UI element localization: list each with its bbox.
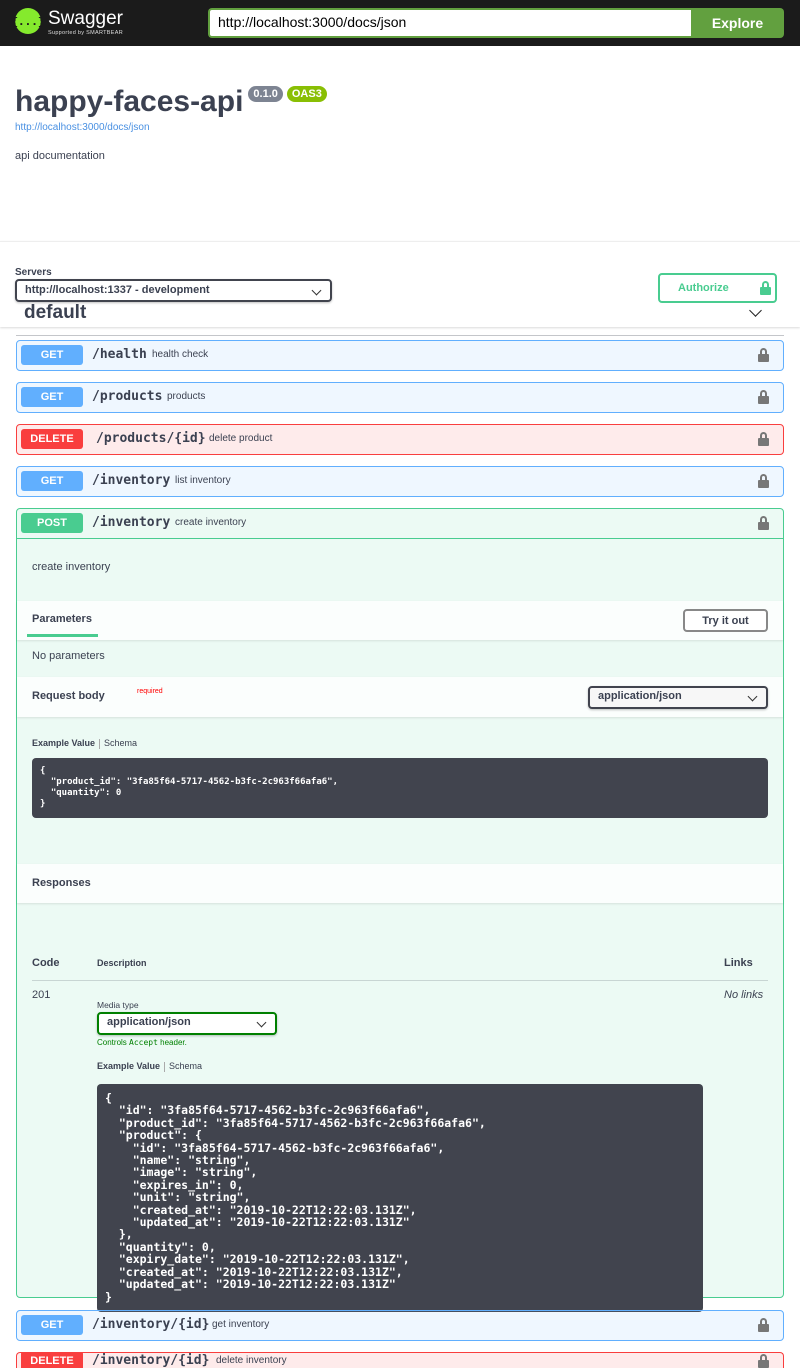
request-content-type-value: application/json [598,690,682,702]
no-parameters-text: No parameters [32,650,105,662]
page-title: happy-faces-api [15,85,244,118]
operation-delete-inventory-id: DELETE /inventory/{id} delete inventory [16,1352,784,1368]
method-badge: GET [21,1315,83,1335]
operation-summary[interactable]: DELETE /products/{id} delete product [17,425,783,454]
operation-description: delete inventory [216,1355,287,1366]
operation-get-inventory: GET /inventory list inventory [16,466,784,497]
operation-summary[interactable]: GET /inventory/{id} get inventory [17,1311,783,1340]
operation-long-description: create inventory [32,561,111,573]
operation-path: /products [92,389,163,404]
tag-default[interactable]: default [16,292,784,336]
operation-delete-product: DELETE /products/{id} delete product [16,424,784,455]
tab-underline [27,634,98,637]
spec-link[interactable]: http://localhost:3000/docs/json [15,122,785,133]
lock-icon[interactable] [758,1318,769,1332]
api-description: api documentation [15,150,105,162]
swagger-logo[interactable]: {...} Swagger Supported by SMARTBEAR [11,8,123,36]
method-badge: DELETE [21,429,83,449]
operation-path: /inventory/{id} [92,1353,210,1368]
lock-icon[interactable] [758,348,769,362]
request-body-label: Request body [32,690,105,702]
request-example-code: { "product_id": "3fa85f64-5717-4562-b3fc… [32,758,768,818]
version-badge: 0.1.0 [248,86,283,102]
tab-schema[interactable]: Schema [169,1061,202,1072]
explore-button[interactable]: Explore [691,8,784,38]
lock-icon[interactable] [758,474,769,488]
controls-accept-note: Controls Accept header. [97,1038,187,1047]
logo-name: Swagger [48,8,123,29]
responses-header: Responses [17,864,783,903]
col-links: Links [724,957,753,969]
operation-path: /products/{id} [96,431,206,446]
response-content-type-value: application/json [107,1016,191,1028]
try-it-out-button[interactable]: Try it out [683,609,768,632]
operation-path: /inventory/{id} [92,1317,210,1332]
parameters-header: Parameters Try it out [17,601,783,640]
lock-icon[interactable] [758,432,769,446]
swagger-logo-icon: {...} [11,8,45,34]
operation-summary[interactable]: DELETE /inventory/{id} delete inventory [17,1353,783,1368]
lock-icon[interactable] [758,1354,769,1368]
response-content-type-select[interactable]: application/json [97,1012,277,1035]
media-type-label: Media type [97,1000,139,1010]
response-example-code: { "id": "3fa85f64-5717-4562-b3fc-2c963f6… [97,1084,703,1312]
operation-get-products: GET /products products [16,382,784,413]
operation-post-inventory: POST /inventory create inventory create … [16,508,784,1312]
operation-body: create inventory Parameters Try it out N… [17,538,783,1312]
tab-example-value[interactable]: Example Value [97,1061,160,1072]
operation-description: products [167,391,206,402]
api-info: happy-faces-api 0.1.0 OAS3 http://localh… [0,46,800,241]
operation-summary[interactable]: GET /health health check [17,341,783,370]
operation-description: delete product [209,433,273,444]
topbar: {...} Swagger Supported by SMARTBEAR htt… [0,0,800,46]
col-description: Description [97,958,147,968]
logo-subtitle: Supported by SMARTBEAR [48,30,123,36]
operation-get-inventory-id: GET /inventory/{id} get inventory [16,1310,784,1341]
tab-parameters[interactable]: Parameters [32,613,92,625]
method-badge: GET [21,471,83,491]
responses-table-header: Code Description Links [32,951,768,981]
servers-label: Servers [15,267,52,278]
method-badge: GET [21,387,83,407]
spec-url-input[interactable]: http://localhost:3000/docs/json [208,8,691,38]
method-badge: DELETE [21,1353,83,1368]
response-code: 201 [32,989,51,1001]
no-links-text: No links [724,989,764,1001]
required-marker: required [137,688,163,695]
operation-description: health check [152,349,209,360]
lock-icon[interactable] [758,516,769,530]
oas-badge: OAS3 [286,86,327,102]
responses-title: Responses [32,877,91,889]
col-code: Code [32,957,60,969]
operation-path: /inventory [92,473,171,488]
tag-title: default [24,302,87,323]
response-example-tabs: Example Value Schema [97,1061,202,1072]
method-badge: GET [21,345,83,365]
operation-summary[interactable]: GET /products products [17,383,783,412]
tab-schema[interactable]: Schema [104,738,137,749]
request-content-type-select[interactable]: application/json [588,686,768,709]
operation-summary[interactable]: POST /inventory create inventory [17,509,783,538]
lock-icon[interactable] [758,390,769,404]
chevron-down-icon[interactable] [749,304,762,317]
method-badge: POST [21,513,83,533]
request-example-tabs: Example Value Schema [32,738,137,749]
operation-get-health: GET /health health check [16,340,784,371]
operation-summary[interactable]: GET /inventory list inventory [17,467,783,496]
operation-path: /inventory [92,515,171,530]
chevron-down-icon [256,1017,267,1028]
operation-path: /health [92,347,147,362]
tab-example-value[interactable]: Example Value [32,738,95,749]
operation-description: create inventory [175,517,247,528]
operation-description: get inventory [212,1319,270,1330]
operation-description: list inventory [175,475,231,486]
chevron-down-icon [747,691,758,702]
